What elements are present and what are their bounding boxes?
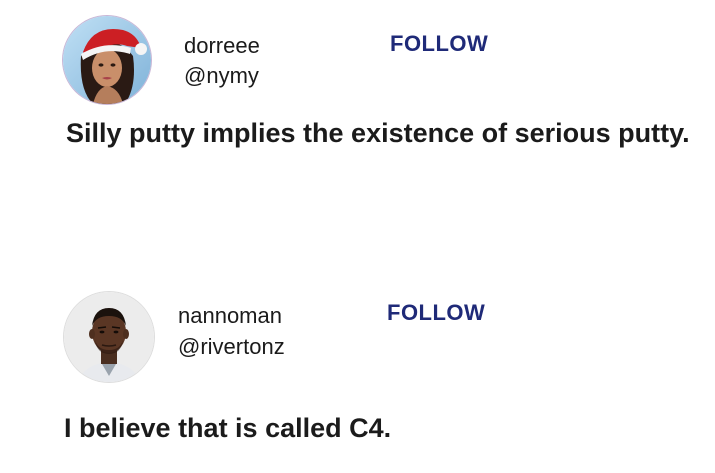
post-text: I believe that is called C4. [64,413,392,443]
display-name[interactable]: dorreee [184,33,260,59]
user-handle[interactable]: @nymy [184,63,259,89]
post-card: nannoman @rivertonz FOLLOW I believe tha… [0,270,715,473]
post-card: dorreee @nymy FOLLOW Silly putty implies… [0,0,715,240]
user-avatar-santa-hat-icon[interactable] [63,16,151,104]
display-name[interactable]: nannoman [178,303,282,329]
post-text: Silly putty implies the existence of ser… [66,118,690,148]
user-avatar-icon[interactable] [64,292,154,382]
follow-button[interactable]: FOLLOW [387,300,485,326]
user-handle[interactable]: @rivertonz [178,334,285,360]
follow-button[interactable]: FOLLOW [390,31,488,57]
